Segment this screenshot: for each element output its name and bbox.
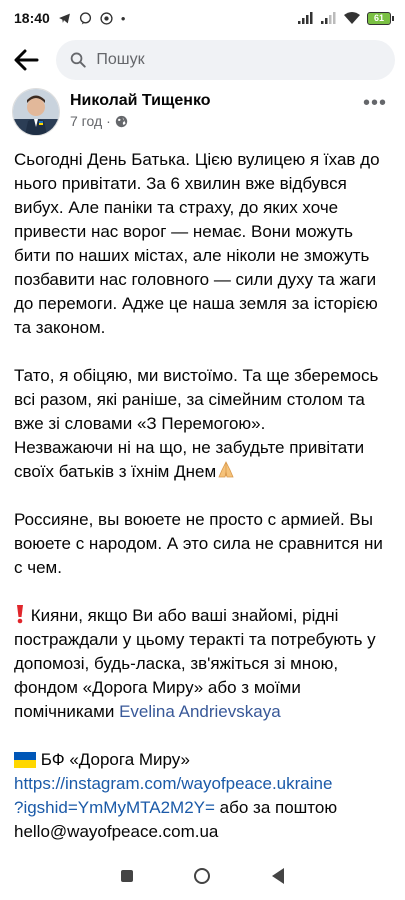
paragraph-3-text: Незважаючи ні на що, не забудьте привіта…	[14, 438, 365, 481]
more-icon: •••	[362, 92, 387, 114]
nav-back-button[interactable]	[272, 868, 285, 884]
foundation-name: БФ «Дорога Миру»	[40, 750, 190, 769]
dot-icon: •	[120, 10, 126, 26]
status-time: 18:40	[14, 10, 50, 26]
search-input[interactable]	[94, 50, 381, 70]
mail-text: або за поштою	[219, 798, 338, 817]
status-left: 18:40 •	[14, 10, 125, 26]
paragraph-4: Россияне, вы воюете не просто с армией. …	[14, 510, 383, 577]
paragraph-2: Тато, я обіцяю, ми вистоїмо. Та ще збере…	[14, 366, 379, 433]
signal-icon	[298, 12, 313, 24]
telegram-icon	[58, 13, 70, 23]
separator-dot: ·	[106, 113, 111, 129]
search-bar[interactable]	[56, 40, 395, 80]
paragraph-5: Кияни, якщо Ви або ваші знайомі, рідні п…	[14, 604, 394, 724]
system-nav-bar	[0, 852, 405, 900]
author-name[interactable]: Николай Тищенко	[70, 92, 211, 110]
paragraph-1: Сьогодні День Батька. Цією вулицею я їха…	[14, 150, 380, 337]
author-block: Николай Тищенко 7 год ·	[70, 92, 211, 129]
globe-icon	[115, 115, 127, 127]
mention-link[interactable]: Evelina Andrievskaya	[119, 702, 281, 721]
viber-icon	[79, 11, 91, 24]
battery-icon: 61	[367, 11, 394, 25]
more-options-button[interactable]: •••	[363, 92, 387, 115]
paragraph-6: БФ «Дорога Миру» https://instagram.com/wa…	[14, 748, 394, 844]
email-text[interactable]: hello@wayofpeace.com.ua	[14, 822, 218, 841]
instagram-link-part2[interactable]: ?igshid=YmMyMTA2M2Y=	[14, 798, 215, 817]
search-header	[0, 38, 405, 82]
exclamation-emoji	[17, 605, 23, 624]
post-body: Сьогодні День Батька. Цією вулицею я їха…	[14, 148, 394, 844]
chrome-icon	[100, 11, 113, 25]
back-button[interactable]	[10, 44, 42, 76]
instagram-link-part1[interactable]: https://instagram.com/wayofpeace.ukraine	[14, 774, 332, 793]
signal-icon-2	[321, 12, 336, 24]
paragraph-3: Незважаючи ні на що, не забудьте привіта…	[14, 436, 394, 484]
status-bar: 18:40 • 61	[0, 0, 405, 36]
folded-hands-emoji	[218, 461, 234, 478]
back-arrow-icon	[14, 49, 39, 71]
post-time[interactable]: 7 год	[70, 113, 102, 129]
recent-apps-button[interactable]	[120, 870, 133, 882]
ukraine-flag-emoji	[14, 752, 36, 768]
home-button[interactable]	[194, 868, 211, 884]
post-meta: 7 год ·	[70, 113, 211, 129]
avatar[interactable]	[12, 88, 60, 136]
wifi-icon	[344, 12, 360, 24]
search-icon	[70, 52, 86, 68]
status-right: 61	[298, 11, 394, 25]
post-header: Николай Тищенко 7 год · •••	[12, 88, 393, 138]
